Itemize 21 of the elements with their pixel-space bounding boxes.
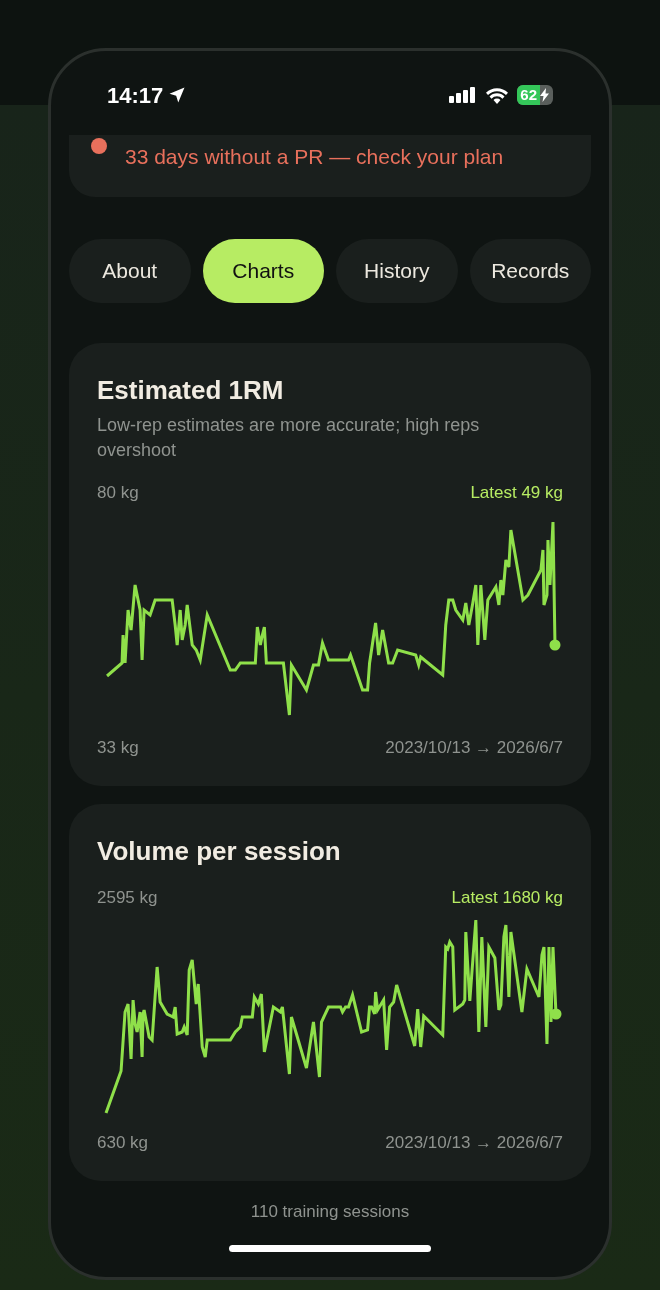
tab[interactable]: Charts xyxy=(202,239,324,303)
latest-value-label: Latest 49 kg xyxy=(470,482,563,504)
max-value-label: 80 kg xyxy=(97,482,139,504)
max-value-label: 2595 kg xyxy=(97,887,158,909)
tab[interactable]: Records xyxy=(469,239,591,303)
latest-value-label: Latest 1680 kg xyxy=(451,887,563,909)
card-title: Estimated 1RM xyxy=(97,374,285,407)
date-range-label: 2023/10/13 → 2026/6/7 xyxy=(385,1132,563,1154)
battery-indicator: 62 xyxy=(517,85,553,105)
card-title: Volume per session xyxy=(97,835,342,868)
min-value-label: 33 kg xyxy=(97,737,139,759)
signal-icon xyxy=(449,87,478,103)
date-range-label: 2023/10/13 → 2026/6/7 xyxy=(385,737,563,759)
card-subtitle: Low-rep estimates are more accurate; high reps overshoot xyxy=(97,414,481,462)
min-value-label: 630 kg xyxy=(97,1132,149,1154)
session-count: 110 training sessions xyxy=(249,1201,411,1223)
clock-time: 14:17 xyxy=(107,81,164,110)
alert-message: 33 days without a PR — check your plan xyxy=(125,144,504,170)
wifi-icon xyxy=(485,86,510,104)
tab[interactable]: About xyxy=(69,239,191,303)
tab[interactable]: History xyxy=(336,239,458,303)
